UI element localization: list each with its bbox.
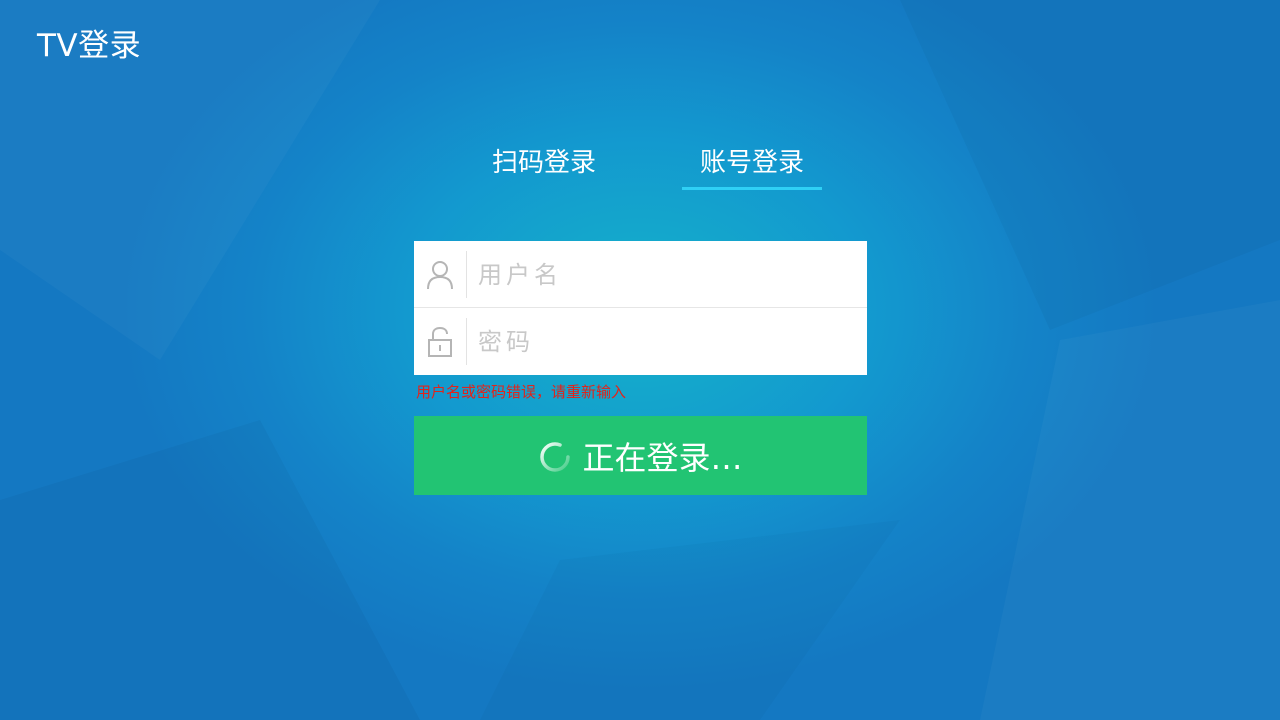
password-input[interactable]	[478, 320, 858, 364]
login-tabs: 扫码登录 账号登录	[468, 144, 828, 190]
username-input[interactable]	[478, 253, 858, 297]
login-button-label: 正在登录…	[582, 438, 743, 477]
tab-account-login[interactable]: 账号登录	[682, 144, 822, 190]
tab-qr-login-label: 扫码登录	[491, 148, 596, 178]
error-message: 用户名或密码错误，请重新输入	[416, 383, 627, 401]
tab-qr-login[interactable]: 扫码登录	[474, 144, 614, 190]
username-separator	[466, 251, 467, 298]
password-separator	[466, 318, 467, 365]
app-title: TV登录	[37, 28, 142, 64]
login-button[interactable]: 正在登录…	[414, 416, 867, 495]
password-field	[414, 308, 867, 375]
tab-account-login-label: 账号登录	[699, 148, 804, 178]
login-form	[414, 241, 867, 375]
loading-spinner-icon	[540, 441, 571, 472]
username-field	[414, 241, 867, 308]
active-tab-indicator	[682, 187, 822, 190]
unlock-icon	[414, 308, 466, 375]
user-icon	[414, 241, 466, 308]
